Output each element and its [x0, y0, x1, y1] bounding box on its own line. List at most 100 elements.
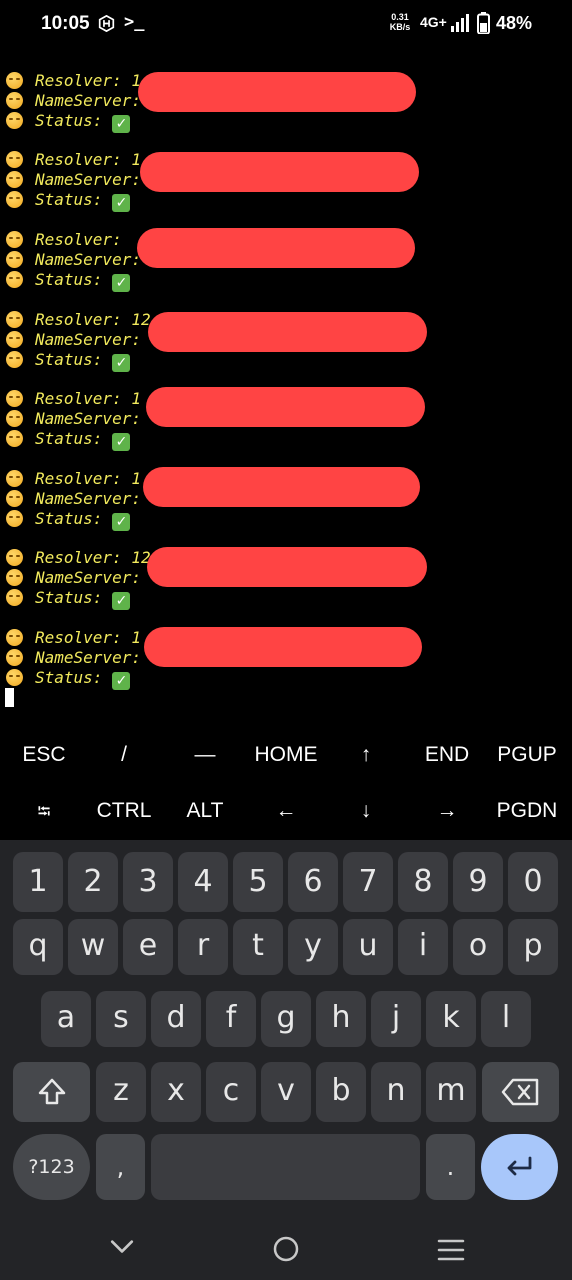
nameserver-text: NameServer:	[35, 250, 141, 269]
dash-key[interactable]: —	[195, 743, 216, 767]
status-text: Status:	[35, 270, 103, 289]
emoji-icon	[6, 430, 23, 447]
speed-unit: KB/s	[389, 22, 411, 32]
key-o[interactable]: o	[453, 919, 503, 975]
key-y[interactable]: y	[288, 919, 338, 975]
period-key[interactable]: .	[426, 1134, 475, 1200]
emoji-icon	[6, 251, 23, 268]
symbols-key[interactable]: ?123	[13, 1134, 90, 1200]
emoji-icon	[6, 549, 23, 566]
home-circle-icon[interactable]	[272, 1235, 300, 1263]
battery-icon	[477, 12, 490, 34]
comma-key[interactable]: ,	[96, 1134, 145, 1200]
key-a[interactable]: a	[41, 991, 91, 1047]
key-0[interactable]: 0	[508, 852, 558, 912]
backspace-key[interactable]	[482, 1062, 559, 1122]
left-arrow-key[interactable]: ←	[276, 799, 297, 823]
status-text: Status:	[35, 350, 103, 369]
emoji-icon	[6, 470, 23, 487]
emoji-icon	[6, 151, 23, 168]
recents-menu-icon[interactable]	[437, 1238, 465, 1262]
emoji-icon	[6, 669, 23, 686]
key-1[interactable]: 1	[13, 852, 63, 912]
resolver-text: Resolver: 1	[35, 71, 141, 90]
end-key[interactable]: END	[425, 743, 469, 767]
up-arrow-key[interactable]: ↑	[361, 743, 372, 767]
nameserver-line: NameServer:	[6, 170, 141, 190]
key-4[interactable]: 4	[178, 852, 228, 912]
extra-keys-bar: ESC / — HOME ↑ END PGUP ⭾ CTRL ALT ← ↓ →…	[0, 728, 572, 840]
key-q[interactable]: q	[13, 919, 63, 975]
nameserver-line: NameServer:	[6, 409, 141, 429]
pgdn-key[interactable]: PGDN	[497, 799, 558, 823]
slash-key[interactable]: /	[121, 743, 127, 767]
terminal-cursor	[5, 688, 14, 707]
key-e[interactable]: e	[123, 919, 173, 975]
redaction	[143, 467, 420, 507]
key-m[interactable]: m	[426, 1062, 476, 1122]
ctrl-key[interactable]: CTRL	[97, 799, 152, 823]
key-9[interactable]: 9	[453, 852, 503, 912]
enter-key[interactable]	[481, 1134, 558, 1200]
terminal-output[interactable]: Resolver: 1 NameServer: Status: ✓ Resolve…	[0, 70, 572, 720]
key-n[interactable]: n	[371, 1062, 421, 1122]
dns-entry: Resolver: 1 NameServer: Status: ✓	[0, 627, 572, 692]
key-i[interactable]: i	[398, 919, 448, 975]
status-line: Status: ✓	[6, 509, 131, 531]
space-key[interactable]	[151, 1134, 420, 1200]
nameserver-line: NameServer:	[6, 568, 141, 588]
nameserver-line: NameServer:	[6, 648, 141, 668]
nameserver-line: NameServer:	[6, 91, 141, 111]
key-f[interactable]: f	[206, 991, 256, 1047]
key-j[interactable]: j	[371, 991, 421, 1047]
resolver-line: Resolver: 1	[6, 71, 141, 91]
hex-icon	[98, 15, 115, 32]
key-8[interactable]: 8	[398, 852, 448, 912]
status-text: Status:	[35, 429, 103, 448]
alt-key[interactable]: ALT	[187, 799, 224, 823]
key-b[interactable]: b	[316, 1062, 366, 1122]
check-icon: ✓	[112, 672, 131, 690]
shift-key[interactable]	[13, 1062, 90, 1122]
key-3[interactable]: 3	[123, 852, 173, 912]
key-l[interactable]: l	[481, 991, 531, 1047]
emoji-icon	[6, 589, 23, 606]
back-chevron-icon[interactable]	[109, 1233, 135, 1259]
redaction	[147, 547, 427, 587]
nameserver-line: NameServer:	[6, 250, 141, 270]
esc-key[interactable]: ESC	[22, 743, 65, 767]
home-key[interactable]: HOME	[255, 743, 318, 767]
tab-key[interactable]: ⭾	[38, 799, 51, 828]
down-arrow-key[interactable]: ↓	[361, 799, 372, 823]
key-g[interactable]: g	[261, 991, 311, 1047]
key-c[interactable]: c	[206, 1062, 256, 1122]
key-p[interactable]: p	[508, 919, 558, 975]
key-v[interactable]: v	[261, 1062, 311, 1122]
key-k[interactable]: k	[426, 991, 476, 1047]
status-time: 10:05	[41, 13, 90, 34]
resolver-text: Resolver: 1	[35, 389, 141, 408]
key-x[interactable]: x	[151, 1062, 201, 1122]
key-7[interactable]: 7	[343, 852, 393, 912]
nameserver-text: NameServer:	[35, 409, 141, 428]
key-u[interactable]: u	[343, 919, 393, 975]
key-w[interactable]: w	[68, 919, 118, 975]
key-6[interactable]: 6	[288, 852, 338, 912]
check-icon: ✓	[112, 115, 131, 133]
resolver-text: Resolver: 1	[35, 469, 141, 488]
key-t[interactable]: t	[233, 919, 283, 975]
key-d[interactable]: d	[151, 991, 201, 1047]
pgup-key[interactable]: PGUP	[497, 743, 557, 767]
navigation-bar	[0, 1210, 572, 1280]
key-r[interactable]: r	[178, 919, 228, 975]
redaction	[144, 627, 422, 667]
redaction	[137, 228, 415, 268]
key-5[interactable]: 5	[233, 852, 283, 912]
key-s[interactable]: s	[96, 991, 146, 1047]
key-2[interactable]: 2	[68, 852, 118, 912]
status-line: Status: ✓	[6, 111, 131, 133]
right-arrow-key[interactable]: →	[437, 799, 458, 823]
shift-icon	[38, 1078, 65, 1105]
key-z[interactable]: z	[96, 1062, 146, 1122]
key-h[interactable]: h	[316, 991, 366, 1047]
